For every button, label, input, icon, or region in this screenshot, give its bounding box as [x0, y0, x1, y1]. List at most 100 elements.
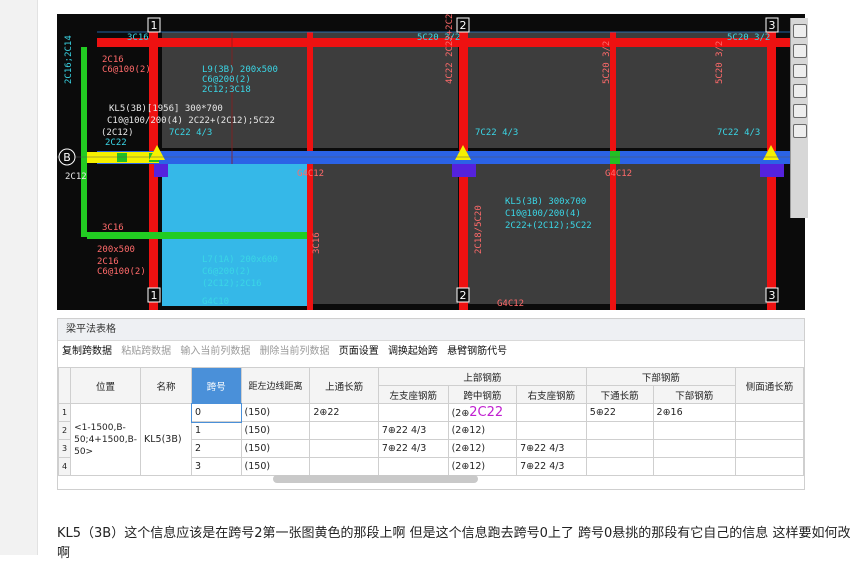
- page-setup-button[interactable]: 页面设置: [339, 346, 379, 357]
- lower-through-cell[interactable]: 5⊕22: [585, 403, 654, 422]
- mid-cell[interactable]: (2⊕2C22: [447, 403, 518, 422]
- cad-annotation-label: 7C22 4/3: [717, 128, 760, 138]
- left-seat-cell[interactable]: 7⊕22 4/3: [377, 421, 449, 440]
- cad-annotation-label: 2C22: [105, 138, 127, 148]
- position-cell[interactable]: <1-1500,B-50;4+1500,B-50>: [70, 403, 142, 476]
- cad-annotation-label: C6@100(2): [97, 267, 146, 277]
- lower-bar-cell[interactable]: 2⊕16: [652, 403, 736, 422]
- header-left-seat: 左支座钢筋: [377, 385, 449, 404]
- mid-cell-value: (2⊕: [451, 408, 470, 419]
- column: [452, 164, 476, 177]
- right-seat-cell[interactable]: 7⊕22 4/3: [516, 457, 587, 476]
- axis-label-top-3: 3: [769, 19, 776, 32]
- axis-label-bottom-3: 3: [769, 289, 776, 302]
- span-cell[interactable]: 1: [191, 421, 242, 440]
- lower-through-cell[interactable]: [585, 421, 654, 440]
- copy-span-data-button[interactable]: 复制跨数据: [62, 346, 112, 357]
- paste-span-data-button[interactable]: 粘贴跨数据: [121, 346, 171, 357]
- side-cell[interactable]: [734, 403, 805, 422]
- left-seat-cell[interactable]: [377, 457, 449, 476]
- cantilever-bar-code-button[interactable]: 悬臂钢筋代号: [447, 346, 507, 357]
- span-cell[interactable]: 3: [191, 457, 242, 476]
- cad-annotation-label: 2C12: [65, 172, 87, 182]
- slab-panel: [467, 164, 767, 304]
- mid-cell[interactable]: (2⊕12): [447, 439, 518, 458]
- right-seat-cell[interactable]: [516, 403, 587, 422]
- select-tool-icon[interactable]: [793, 84, 807, 98]
- lower-through-cell[interactable]: [585, 439, 654, 458]
- left-seat-cell[interactable]: 7⊕22 4/3: [377, 439, 449, 458]
- slab-panel: [313, 32, 458, 148]
- beam-green-left: [81, 47, 87, 237]
- header-position: 位置: [70, 367, 142, 404]
- input-current-column-button[interactable]: 输入当前列数据: [180, 346, 250, 357]
- panel-title: 梁平法表格: [58, 319, 804, 341]
- span-cell[interactable]: 2: [191, 439, 242, 458]
- side-cell[interactable]: [734, 457, 805, 476]
- beam-table: 位置 名称 跨号 距左边线距离 上通长筋 上部钢筋 下部钢筋 侧面通长筋 左支座…: [57, 367, 805, 476]
- upper-through-cell[interactable]: 2⊕22: [309, 403, 379, 422]
- header-upper-through: 上通长筋: [309, 367, 379, 404]
- header-right-seat: 右支座钢筋: [516, 385, 587, 404]
- row-number: 1: [57, 403, 72, 422]
- cad-annotation-label: 4C22 2C22+2C20: [445, 14, 455, 84]
- cad-annotation-label: 2C18/5C20: [474, 205, 484, 254]
- layer-tool-icon[interactable]: [793, 124, 807, 138]
- zoom-tool-icon[interactable]: [793, 104, 807, 118]
- swap-start-span-button[interactable]: 调换起始跨: [388, 346, 438, 357]
- orbit-tool-icon[interactable]: [793, 24, 807, 38]
- lower-through-cell[interactable]: [585, 457, 654, 476]
- lower-bar-cell[interactable]: [652, 457, 736, 476]
- header-lower-bar: 下部钢筋: [652, 385, 736, 404]
- cad-annotation-label: C6@100(2): [102, 65, 151, 75]
- cad-annotation-label: (2C12);2C16: [202, 279, 262, 289]
- lower-bar-cell[interactable]: [652, 439, 736, 458]
- beam-kl5[interactable]: [97, 151, 805, 164]
- horizontal-scrollbar[interactable]: [273, 475, 478, 483]
- header-lower-through: 下通长筋: [585, 385, 654, 404]
- header-upper-group: 上部钢筋: [377, 367, 587, 386]
- table-row[interactable]: 1 <1-1500,B-50;4+1500,B-50> KL5(3B) 0 (1…: [57, 402, 805, 476]
- cad-annotation-label: 2C22+(2C12);5C22: [505, 221, 592, 231]
- cad-drawing-canvas[interactable]: 1 2 3 1 2 3 B 3C16 5C20 3/2 5C20 3/2 2C16 C6…: [57, 14, 805, 310]
- left-seat-cell[interactable]: [377, 403, 449, 422]
- upper-through-cell[interactable]: [309, 421, 379, 440]
- cad-annotation-label: 7C22 4/3: [169, 128, 212, 138]
- right-seat-cell[interactable]: 7⊕22 4/3: [516, 439, 587, 458]
- header-mid: 跨中钢筋: [447, 385, 518, 404]
- distance-cell[interactable]: (150): [240, 457, 311, 476]
- mid-cell-hint: 2C22: [469, 405, 504, 420]
- right-seat-cell[interactable]: [516, 421, 587, 440]
- row-number: 4: [57, 457, 72, 476]
- header-side: 侧面通长筋: [734, 367, 805, 404]
- cad-annotation-label: C10@100/200(4): [505, 209, 581, 219]
- distance-cell[interactable]: (150): [240, 403, 311, 422]
- cad-annotation-label: G4C12: [497, 299, 524, 309]
- beam-table-panel: 梁平法表格 复制跨数据 粘贴跨数据 输入当前列数据 删除当前列数据 页面设置 调…: [57, 318, 805, 490]
- upper-through-cell[interactable]: [309, 457, 379, 476]
- span-cell[interactable]: 0: [190, 402, 243, 423]
- view-cube-icon[interactable]: [793, 64, 807, 78]
- cad-drawing-svg: 1 2 3 1 2 3 B 3C16 5C20 3/2 5C20 3/22C16C6…: [57, 14, 805, 310]
- cad-annotation-label: (2C12): [101, 128, 134, 138]
- cad-annotation-label: 3C16: [312, 232, 322, 254]
- distance-cell[interactable]: (150): [240, 439, 311, 458]
- distance-cell[interactable]: (150): [240, 421, 311, 440]
- delete-current-column-button[interactable]: 删除当前列数据: [260, 346, 330, 357]
- upper-through-cell[interactable]: [309, 439, 379, 458]
- axis-label-bottom-2: 2: [460, 289, 467, 302]
- cad-annotation-label: L7(1A) 200x600: [202, 255, 278, 265]
- side-cell[interactable]: [734, 421, 805, 440]
- cad-tool-strip: [790, 18, 808, 218]
- cad-annotation-label: G4C10: [202, 297, 229, 307]
- cad-annotation-label: 5C20 3/2: [715, 41, 725, 84]
- lower-bar-cell[interactable]: [652, 421, 736, 440]
- header-span[interactable]: 跨号: [191, 367, 242, 404]
- mid-cell[interactable]: (2⊕12): [447, 457, 518, 476]
- rotate-tool-icon[interactable]: [793, 44, 807, 58]
- side-cell[interactable]: [734, 439, 805, 458]
- mid-cell[interactable]: (2⊕12): [447, 421, 518, 440]
- axis-label-top-1: 1: [151, 19, 158, 32]
- cad-annotation-label: 2C12;3C18: [202, 85, 251, 95]
- name-cell[interactable]: KL5(3B): [140, 403, 193, 476]
